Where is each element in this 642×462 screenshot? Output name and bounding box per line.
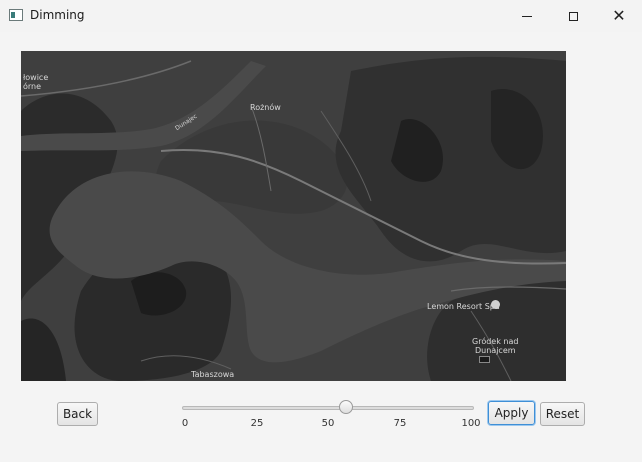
map-view[interactable]: łowice órne Rożnów Dunajec Lemon Resort … xyxy=(21,51,566,381)
window-title: Dimming xyxy=(30,8,85,22)
maximize-icon xyxy=(568,11,578,21)
minimize-button[interactable] xyxy=(504,0,550,32)
map-label-town-2: órne xyxy=(23,82,42,91)
slider-tick-label: 75 xyxy=(393,418,407,429)
map-terrain xyxy=(21,51,566,381)
map-label-grodek-1: Gródek nad xyxy=(472,337,519,346)
back-button[interactable]: Back xyxy=(57,402,98,426)
dimming-slider-track[interactable] xyxy=(182,406,474,410)
map-label-lemon-resort: Lemon Resort Spa xyxy=(427,302,500,311)
map-label-roznow: Rożnów xyxy=(250,103,281,112)
minimize-icon xyxy=(522,15,532,17)
close-icon: ✕ xyxy=(612,6,626,25)
slider-tick-label: 0 xyxy=(181,418,189,429)
slider-tick-label: 25 xyxy=(250,418,264,429)
slider-tick-label: 100 xyxy=(461,418,481,429)
reset-button[interactable]: Reset xyxy=(540,402,585,426)
road-badge-icon xyxy=(479,356,490,363)
app-window-icon xyxy=(9,9,23,21)
dimming-slider-thumb[interactable] xyxy=(338,400,353,414)
title-bar: Dimming ✕ xyxy=(0,0,642,32)
map-label-town-1: łowice xyxy=(23,73,49,82)
apply-button[interactable]: Apply xyxy=(488,401,535,425)
slider-tick-label: 50 xyxy=(321,418,335,429)
map-label-tabaszowa: Tabaszowa xyxy=(191,370,235,379)
maximize-button[interactable] xyxy=(550,0,596,32)
close-button[interactable]: ✕ xyxy=(596,0,642,32)
poi-marker-icon[interactable] xyxy=(491,300,500,309)
map-label-grodek-2: Dunajcem xyxy=(475,346,516,355)
